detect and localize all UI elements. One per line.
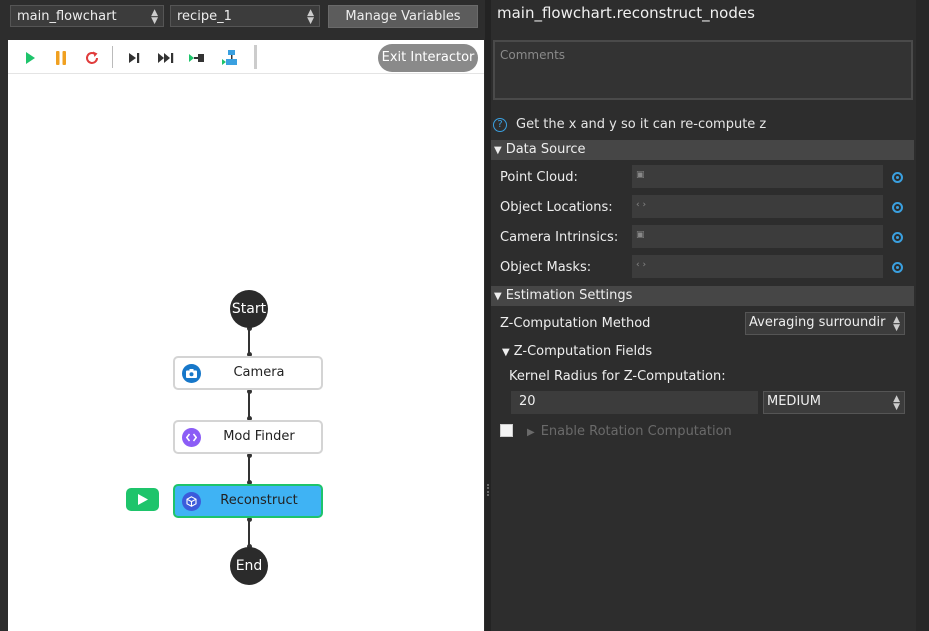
- play-icon[interactable]: [20, 48, 40, 68]
- properties-scrollbar[interactable]: [916, 0, 929, 631]
- camera-intrinsics-label: Camera Intrinsics:: [500, 230, 619, 245]
- kernel-preset-value: MEDIUM: [767, 394, 822, 409]
- object-locations-label: Object Locations:: [500, 200, 613, 215]
- help-icon[interactable]: ?: [493, 118, 507, 132]
- node-description: ? Get the x and y so it can re-compute z: [493, 117, 766, 132]
- start-node[interactable]: Start: [230, 290, 268, 328]
- enable-rotation-label: Enable Rotation Computation: [540, 424, 732, 439]
- point-cloud-link-radio[interactable]: [892, 172, 903, 183]
- code-icon: ‹ ›: [636, 200, 647, 210]
- estimation-settings-header[interactable]: ▼ Estimation Settings: [491, 286, 914, 306]
- camera-node[interactable]: Camera: [173, 356, 323, 390]
- point-cloud-input[interactable]: ▣: [632, 165, 883, 188]
- mod-finder-node-label: Mod Finder: [223, 429, 295, 444]
- z-method-label: Z-Computation Method: [500, 316, 651, 331]
- collapse-triangle-icon: ▼: [494, 145, 502, 156]
- connector-line: [248, 328, 250, 355]
- data-source-header-label: Data Source: [505, 142, 586, 157]
- connector-line: [248, 390, 250, 419]
- camera-icon: ▣: [636, 170, 645, 180]
- flowchart-select[interactable]: main_flowchart ▲ ▼: [10, 5, 164, 27]
- data-source-header[interactable]: ▼ Data Source: [491, 140, 914, 160]
- toolbar-scroll-handle[interactable]: [254, 45, 257, 69]
- z-method-select[interactable]: Averaging surroundir ▲ ▼: [745, 312, 905, 335]
- comments-field[interactable]: Comments: [493, 40, 913, 100]
- kernel-radius-input[interactable]: 20: [511, 391, 758, 414]
- code-icon: ‹ ›: [636, 260, 647, 270]
- camera-intrinsics-link-radio[interactable]: [892, 232, 903, 243]
- exit-interactor-button[interactable]: Exit Interactor: [378, 44, 478, 72]
- camera-node-label: Camera: [233, 365, 285, 380]
- updown-arrows-icon: ▲ ▼: [151, 8, 158, 26]
- updown-arrows-icon: ▲ ▼: [307, 8, 314, 26]
- node-description-text: Get the x and y so it can re-compute z: [516, 117, 767, 132]
- step-over-node-icon[interactable]: [221, 48, 241, 68]
- node-title: main_flowchart.reconstruct_nodes: [497, 4, 755, 22]
- object-masks-link-radio[interactable]: [892, 262, 903, 273]
- z-fields-header-label: Z-Computation Fields: [513, 344, 653, 359]
- point-cloud-label: Point Cloud:: [500, 170, 578, 185]
- z-fields-header[interactable]: ▼ Z-Computation Fields: [502, 344, 652, 359]
- flowchart-canvas[interactable]: Exit Interactor Start Camera Mod Finder: [8, 40, 484, 631]
- estimation-settings-header-label: Estimation Settings: [505, 288, 633, 303]
- z-method-value: Averaging surroundir: [749, 315, 886, 330]
- camera-intrinsics-input[interactable]: ▣: [632, 225, 883, 248]
- recipe-select[interactable]: recipe_1 ▲ ▼: [170, 5, 320, 27]
- run-toolbar: Exit Interactor: [8, 40, 484, 74]
- camera-icon: ▣: [636, 230, 645, 240]
- flowchart-select-value: main_flowchart: [17, 9, 117, 24]
- end-node[interactable]: End: [230, 547, 268, 585]
- toolbar-divider: [112, 46, 113, 68]
- updown-arrows-icon: ▲ ▼: [893, 394, 900, 412]
- collapse-triangle-icon: ▼: [494, 291, 502, 302]
- object-masks-label: Object Masks:: [500, 260, 592, 275]
- step-icon[interactable]: [124, 48, 144, 68]
- restart-icon[interactable]: [82, 48, 102, 68]
- splitter-grip-icon: [487, 484, 489, 496]
- step-into-icon[interactable]: [188, 48, 208, 68]
- mod-finder-node[interactable]: Mod Finder: [173, 420, 323, 454]
- pause-icon[interactable]: [51, 48, 71, 68]
- connector-line: [248, 454, 250, 483]
- object-masks-input[interactable]: ‹ ›: [632, 255, 883, 278]
- properties-pane: main_flowchart.reconstruct_nodes Comment…: [491, 0, 916, 631]
- object-locations-link-radio[interactable]: [892, 202, 903, 213]
- enable-rotation-checkbox[interactable]: [500, 424, 513, 437]
- kernel-preset-select[interactable]: MEDIUM ▲ ▼: [763, 391, 905, 414]
- recipe-select-value: recipe_1: [177, 9, 232, 24]
- reconstruct-node-label: Reconstruct: [220, 493, 298, 508]
- play-icon: [138, 494, 148, 505]
- updown-arrows-icon: ▲ ▼: [893, 315, 900, 333]
- reconstruct-node[interactable]: Reconstruct: [173, 484, 323, 518]
- step-to-end-icon[interactable]: [156, 48, 176, 68]
- manage-variables-button[interactable]: Manage Variables: [328, 5, 478, 28]
- kernel-radius-label: Kernel Radius for Z-Computation:: [509, 369, 726, 384]
- expand-triangle-icon: ▶: [527, 427, 535, 438]
- object-locations-input[interactable]: ‹ ›: [632, 195, 883, 218]
- flowchart-pane: main_flowchart ▲ ▼ recipe_1 ▲ ▼ Manage Var…: [0, 0, 485, 631]
- collapse-triangle-icon: ▼: [502, 347, 510, 358]
- enable-rotation-row[interactable]: ▶ Enable Rotation Computation: [527, 424, 732, 439]
- current-step-indicator: [126, 488, 159, 511]
